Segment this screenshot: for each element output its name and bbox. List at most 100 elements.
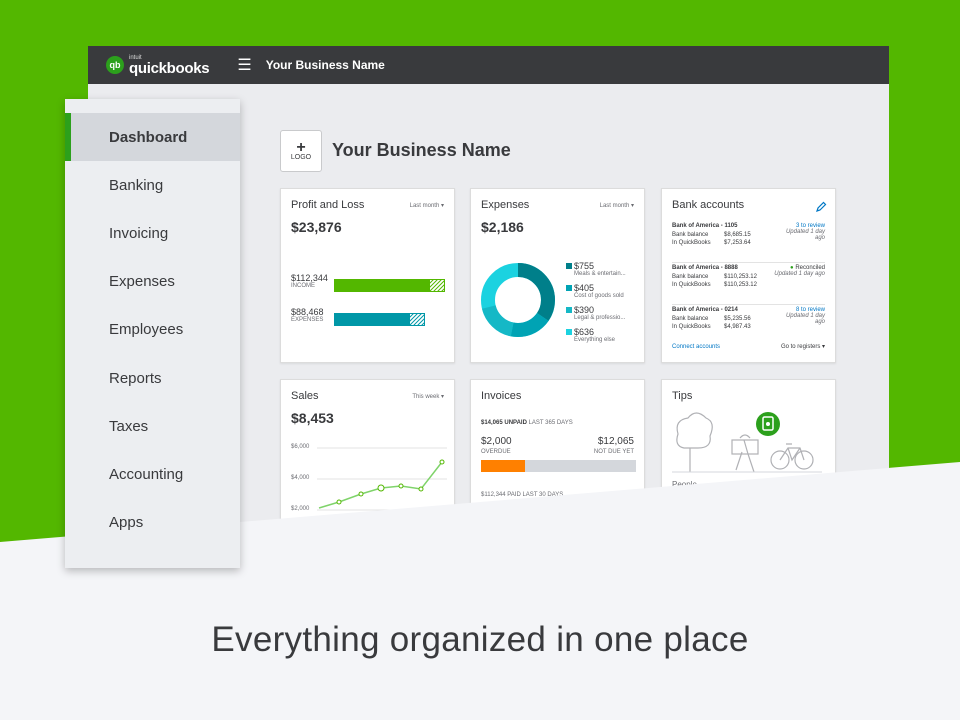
sidebar-item-label: Accounting bbox=[109, 465, 184, 483]
sales-card[interactable]: Sales This week ▾ $8,453 $6,000 $4,000 $… bbox=[280, 379, 455, 546]
bank-balance-value: $5,235.56 bbox=[724, 316, 751, 322]
tips-card[interactable]: Tips People bbox=[661, 379, 836, 546]
bank-accounts-card[interactable]: Bank accounts Bank of America - 1105 Ban… bbox=[661, 188, 836, 363]
bank-account-row[interactable]: Bank of America - 8888 Bank balance $110,… bbox=[672, 265, 825, 290]
bank-balance-label: Bank balance bbox=[672, 274, 709, 280]
legend-swatch bbox=[566, 329, 572, 335]
updated-text: Updated 1 day ago bbox=[785, 229, 825, 241]
unpaid-amount: $14,065 UNPAID bbox=[481, 420, 527, 426]
legend-swatch bbox=[566, 263, 572, 269]
unpaid-bar bbox=[481, 460, 636, 472]
expenses-bar bbox=[334, 313, 409, 326]
qb-logo-icon: qb bbox=[106, 56, 124, 74]
expenses-bar-hatch bbox=[409, 313, 425, 326]
bank-balance-label: Bank balance bbox=[672, 316, 709, 322]
sidebar: Dashboard Banking Invoicing Expenses Emp… bbox=[65, 99, 240, 568]
qb-balance-label: In QuickBooks bbox=[672, 324, 711, 330]
sidebar-item-dashboard[interactable]: Dashboard bbox=[65, 113, 240, 162]
expenses-card[interactable]: Expenses Last month ▾ $2,186 $755 Meals … bbox=[470, 188, 645, 363]
unpaid-period: LAST 365 DAYS bbox=[528, 420, 573, 426]
card-title: Tips bbox=[672, 390, 693, 402]
bank-balance-value: $8,685.15 bbox=[724, 232, 751, 238]
legend-amount: $390 bbox=[574, 305, 595, 315]
card-title: Invoices bbox=[481, 390, 522, 402]
sidebar-item-reports[interactable]: Reports bbox=[65, 354, 240, 402]
legend-desc: Legal & professio... bbox=[574, 315, 626, 321]
qb-balance-value: $110,253.12 bbox=[724, 282, 757, 288]
tips-illustration bbox=[672, 412, 822, 473]
sidebar-item-invoicing[interactable]: Invoicing bbox=[65, 209, 240, 257]
profit-loss-card[interactable]: Profit and Loss Last month ▾ $23,876 $11… bbox=[280, 188, 455, 363]
sidebar-item-accounting[interactable]: Accounting bbox=[65, 450, 240, 498]
expenses-donut-chart bbox=[481, 263, 555, 337]
profit-total: $23,876 bbox=[291, 219, 342, 235]
legend-item: $405 Cost of goods sold bbox=[566, 283, 624, 299]
legend-amount: $405 bbox=[574, 283, 595, 293]
sales-line-chart bbox=[317, 447, 447, 511]
bank-balance-value: $110,253.12 bbox=[724, 274, 757, 280]
quickbooks-logo[interactable]: qb intuit quickbooks bbox=[106, 55, 210, 77]
y-axis-label: $6,000 bbox=[291, 444, 310, 450]
income-bar-hatch bbox=[429, 279, 445, 292]
sidebar-item-apps[interactable]: Apps bbox=[65, 499, 240, 547]
dashboard-content: + LOGO Your Business Name Profit and Los… bbox=[280, 84, 889, 546]
not-due-label: NOT DUE YET bbox=[593, 449, 634, 455]
income-bar bbox=[334, 279, 429, 292]
overdue-label: OVERDUE bbox=[481, 449, 511, 455]
qb-balance-label: In QuickBooks bbox=[672, 282, 711, 288]
legend-item: $755 Meals & entertain... bbox=[566, 261, 626, 277]
qb-balance-label: In QuickBooks bbox=[672, 240, 711, 246]
sidebar-item-label: Taxes bbox=[109, 417, 149, 435]
sidebar-item-taxes[interactable]: Taxes bbox=[65, 402, 240, 450]
sidebar-item-label: Reports bbox=[109, 369, 162, 387]
not-due-amount: $12,065 bbox=[597, 436, 634, 447]
sales-total: $8,453 bbox=[291, 410, 334, 426]
sidebar-item-label: Expenses bbox=[109, 273, 175, 291]
period-dropdown[interactable]: Last month ▾ bbox=[410, 202, 444, 209]
hamburger-icon[interactable]: ☰ bbox=[237, 55, 251, 75]
sidebar-item-banking[interactable]: Banking bbox=[65, 161, 240, 209]
period-dropdown[interactable]: Last month ▾ bbox=[600, 202, 634, 209]
y-axis-label: $2,000 bbox=[291, 506, 310, 512]
pencil-icon[interactable] bbox=[815, 201, 827, 213]
paid-line: $112,344 PAID LAST 30 DAYS bbox=[481, 492, 564, 498]
sidebar-item-label: Banking bbox=[109, 176, 164, 194]
legend-item: $636 Everything else bbox=[566, 327, 615, 343]
sidebar-item-label: Dashboard bbox=[109, 128, 188, 146]
logo-label: LOGO bbox=[290, 153, 312, 161]
go-to-registers-dropdown[interactable]: Go to registers ▾ bbox=[781, 343, 825, 350]
updated-text: Updated 1 day ago bbox=[785, 313, 825, 325]
legend-desc: Meals & entertain... bbox=[574, 271, 626, 277]
sidebar-item-label: Employees bbox=[109, 321, 184, 339]
expenses-row: $88,468 EXPENSES bbox=[291, 307, 446, 326]
bank-account-row[interactable]: Bank of America - 0214 Bank balance $5,23… bbox=[672, 307, 825, 332]
quickbooks-wordmark: quickbooks bbox=[129, 59, 210, 77]
headline: Everything organized in one place bbox=[211, 620, 749, 659]
sidebar-item-label: Apps bbox=[109, 514, 144, 532]
legend-amount: $755 bbox=[574, 261, 595, 271]
bank-balance-label: Bank balance bbox=[672, 232, 709, 238]
legend-desc: Everything else bbox=[574, 337, 616, 343]
add-logo-button[interactable]: + LOGO bbox=[280, 130, 322, 172]
expenses-total: $2,186 bbox=[481, 219, 524, 235]
qb-balance-value: $4,987.43 bbox=[724, 324, 751, 330]
sidebar-item-expenses[interactable]: Expenses bbox=[65, 258, 240, 306]
income-row: $112,344 INCOME bbox=[291, 273, 446, 292]
bank-account-row[interactable]: Bank of America - 1105 Bank balance $8,68… bbox=[672, 223, 825, 248]
legend-amount: $636 bbox=[574, 327, 595, 337]
sidebar-item-label: Invoicing bbox=[109, 224, 169, 242]
tips-text: People bbox=[672, 480, 697, 489]
invoices-card[interactable]: Invoices $14,065 UNPAID LAST 365 DAYS $2… bbox=[470, 379, 645, 546]
sidebar-item-employees[interactable]: Employees bbox=[65, 306, 240, 354]
qb-balance-value: $7,253.64 bbox=[724, 240, 751, 246]
plus-icon: + bbox=[296, 138, 306, 156]
legend-swatch bbox=[566, 307, 572, 313]
connect-accounts-link[interactable]: Connect accounts bbox=[672, 344, 720, 350]
updated-text: Updated 1 day ago bbox=[774, 271, 825, 277]
card-title: Bank accounts bbox=[672, 199, 745, 211]
overdue-bar bbox=[481, 460, 525, 472]
y-axis-label: $4,000 bbox=[291, 475, 310, 481]
overdue-amount: $2,000 bbox=[481, 436, 512, 447]
period-dropdown[interactable]: This week ▾ bbox=[412, 393, 444, 400]
legend-swatch bbox=[566, 285, 572, 291]
